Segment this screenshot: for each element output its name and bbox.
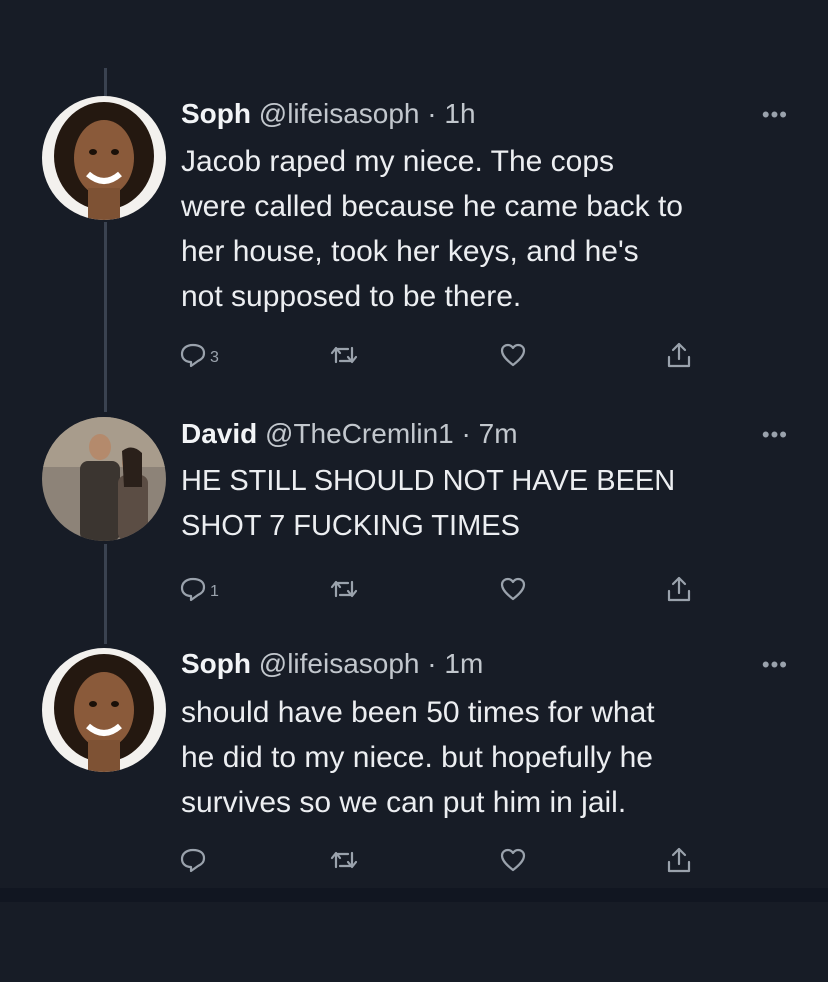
reply-icon (180, 577, 206, 602)
tweet-text-line: SHOT 7 FUCKING TIMES (181, 510, 520, 542)
thread-line (104, 544, 107, 644)
more-icon[interactable]: ••• (762, 422, 788, 448)
share-button[interactable] (664, 338, 694, 372)
tweet-text: should have been 50 times for what he di… (181, 690, 801, 825)
tweet-text-line: survives so we can put him in jail. (181, 786, 627, 819)
tweet-text-line: not supposed to be there. (181, 280, 522, 313)
avatar[interactable] (42, 96, 166, 220)
share-icon (667, 342, 691, 368)
retweet-icon (330, 580, 358, 598)
avatar[interactable] (42, 417, 166, 541)
user-handle[interactable]: @lifeisasoph (259, 98, 420, 129)
reply-button[interactable] (178, 843, 210, 877)
display-name[interactable]: Soph (181, 648, 251, 679)
tweet-text-line: he did to my niece. but hopefully he (181, 741, 653, 774)
more-icon[interactable]: ••• (762, 652, 788, 678)
tweet-text-line: should have been 50 times for what (181, 696, 655, 729)
divider (0, 888, 828, 902)
share-button[interactable] (664, 843, 694, 877)
retweet-icon (330, 851, 358, 869)
tweet-text-line: HE STILL SHOULD NOT HAVE BEEN (181, 465, 676, 497)
like-button[interactable] (498, 338, 528, 372)
retweet-button[interactable] (328, 843, 360, 877)
reply-button[interactable]: 1 (178, 572, 219, 606)
like-icon (500, 848, 526, 872)
retweet-icon (330, 346, 358, 364)
reply-count: 3 (210, 349, 219, 366)
retweet-button[interactable] (328, 572, 360, 606)
retweet-button[interactable] (328, 338, 360, 372)
user-handle[interactable]: @lifeisasoph (259, 648, 420, 679)
display-name[interactable]: Soph (181, 98, 251, 129)
action-bar: 3 (178, 338, 718, 372)
tweet-text: HE STILL SHOULD NOT HAVE BEEN SHOT 7 FUC… (181, 459, 801, 549)
reply-icon (180, 848, 206, 873)
share-button[interactable] (664, 572, 694, 606)
action-bar: 1 (178, 572, 718, 606)
avatar[interactable] (42, 648, 166, 772)
action-bar (178, 843, 718, 877)
tweet-text: Jacob raped my niece. The cops were call… (181, 139, 801, 319)
reply-count: 1 (210, 583, 219, 600)
share-icon (667, 576, 691, 602)
more-icon[interactable]: ••• (762, 102, 788, 128)
timestamp[interactable]: · 7m (462, 418, 518, 449)
like-icon (500, 343, 526, 367)
user-handle[interactable]: @TheCremlin1 (265, 418, 454, 449)
like-button[interactable] (498, 572, 528, 606)
display-name[interactable]: David (181, 418, 257, 449)
timestamp[interactable]: · 1h (427, 98, 475, 129)
tweet-text-line: Jacob raped my niece. The cops (181, 145, 615, 178)
like-button[interactable] (498, 843, 528, 877)
tweet-text-line: were called because he came back to (181, 190, 683, 223)
tweet-text-line: her house, took her keys, and he's (181, 235, 639, 268)
thread-line (104, 68, 107, 96)
reply-button[interactable]: 3 (178, 338, 219, 372)
share-icon (667, 847, 691, 873)
timestamp[interactable]: · 1m (427, 648, 483, 679)
tweet-header: David @TheCremlin1 · 7m (181, 416, 518, 452)
reply-icon (180, 343, 206, 368)
tweet-header: Soph @lifeisasoph · 1m (181, 646, 483, 682)
like-icon (500, 577, 526, 601)
thread-line (104, 222, 107, 412)
tweet-header: Soph @lifeisasoph · 1h (181, 96, 476, 132)
